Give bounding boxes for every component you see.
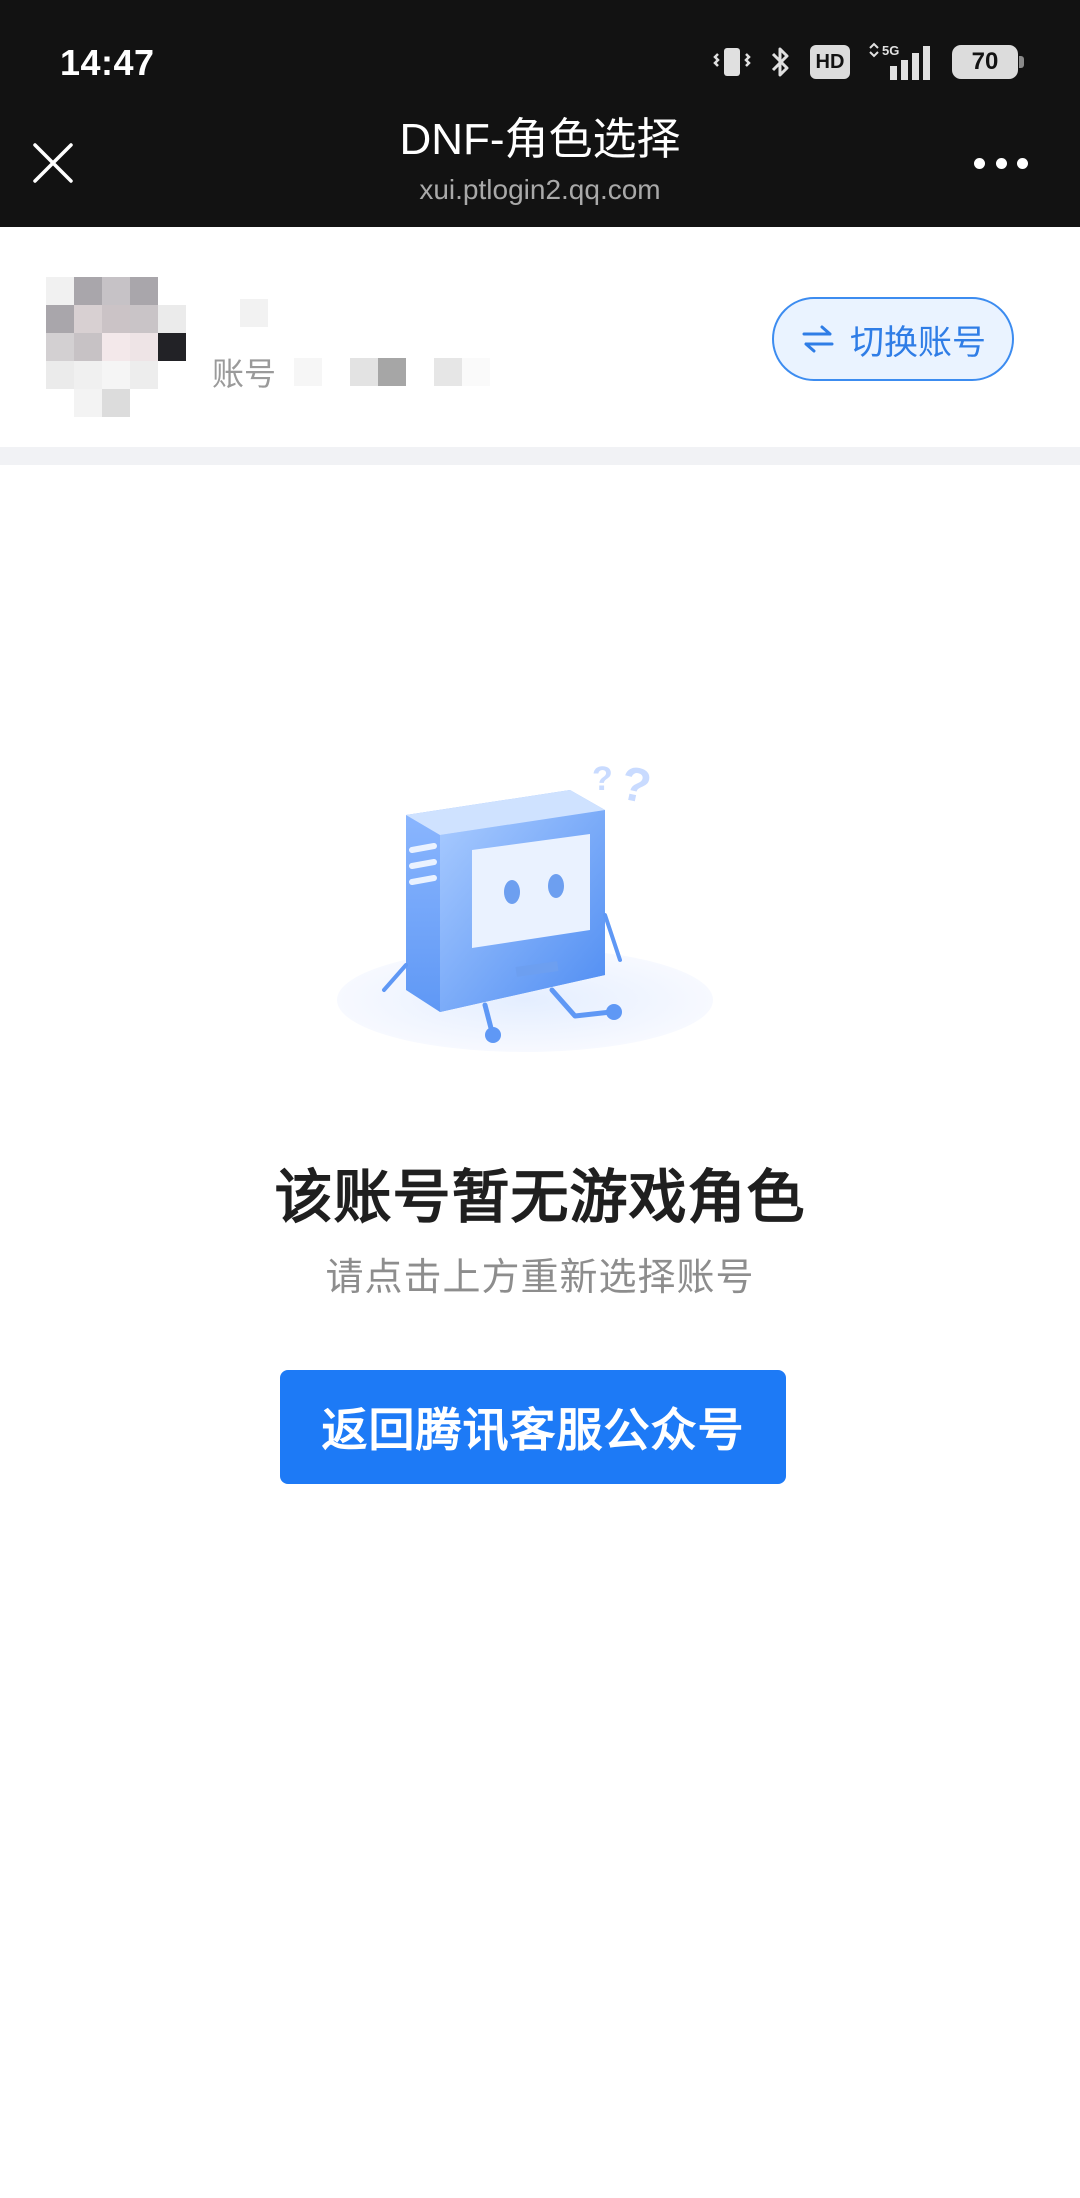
more-dot-icon bbox=[1017, 158, 1028, 169]
account-label: 账号 bbox=[212, 356, 277, 392]
empty-state-subtitle: 请点击上方重新选择账号 bbox=[325, 1257, 755, 1299]
account-header: 账号 切换账号 bbox=[0, 227, 1080, 447]
empty-robot-illustration: ? ? bbox=[337, 757, 713, 1052]
avatar bbox=[46, 277, 186, 417]
more-dot-icon bbox=[974, 158, 985, 169]
switch-account-label: 切换账号 bbox=[850, 323, 986, 362]
status-time: 14:47 bbox=[60, 42, 155, 83]
title-block: DNF-角色选择 xui.ptlogin2.qq.com bbox=[0, 112, 1080, 210]
section-divider bbox=[0, 447, 1080, 465]
more-menu-button[interactable] bbox=[974, 158, 1028, 172]
signal-icon: 5G bbox=[866, 42, 936, 82]
status-icons: HD 5G 70 bbox=[712, 40, 1024, 84]
battery-level: 70 bbox=[971, 48, 999, 75]
return-to-official-account-button[interactable]: 返回腾讯客服公众号 bbox=[280, 1370, 786, 1484]
svg-text:?: ? bbox=[616, 757, 656, 815]
account-name-redacted bbox=[240, 299, 268, 327]
page-title: DNF-角色选择 bbox=[399, 115, 681, 164]
switch-account-button[interactable]: 切换账号 bbox=[772, 297, 1014, 381]
vibrate-icon bbox=[712, 44, 752, 80]
account-id-redacted bbox=[294, 358, 519, 386]
swap-arrows-icon bbox=[802, 325, 834, 353]
more-dot-icon bbox=[995, 158, 1007, 169]
network-label: 5G bbox=[882, 43, 899, 58]
account-id-line: 账号 bbox=[212, 349, 519, 395]
battery-icon: 70 bbox=[952, 45, 1024, 79]
svg-text:?: ? bbox=[592, 760, 613, 798]
empty-state-title: 该账号暂无游戏角色 bbox=[274, 1165, 806, 1230]
bluetooth-icon bbox=[768, 44, 794, 80]
hd-icon: HD bbox=[810, 45, 850, 79]
top-bar: 14:47 HD 5G 70 DNF-角色选择 xui.ptlogin2.qq.… bbox=[0, 0, 1080, 227]
page-url: xui.ptlogin2.qq.com bbox=[419, 174, 661, 205]
